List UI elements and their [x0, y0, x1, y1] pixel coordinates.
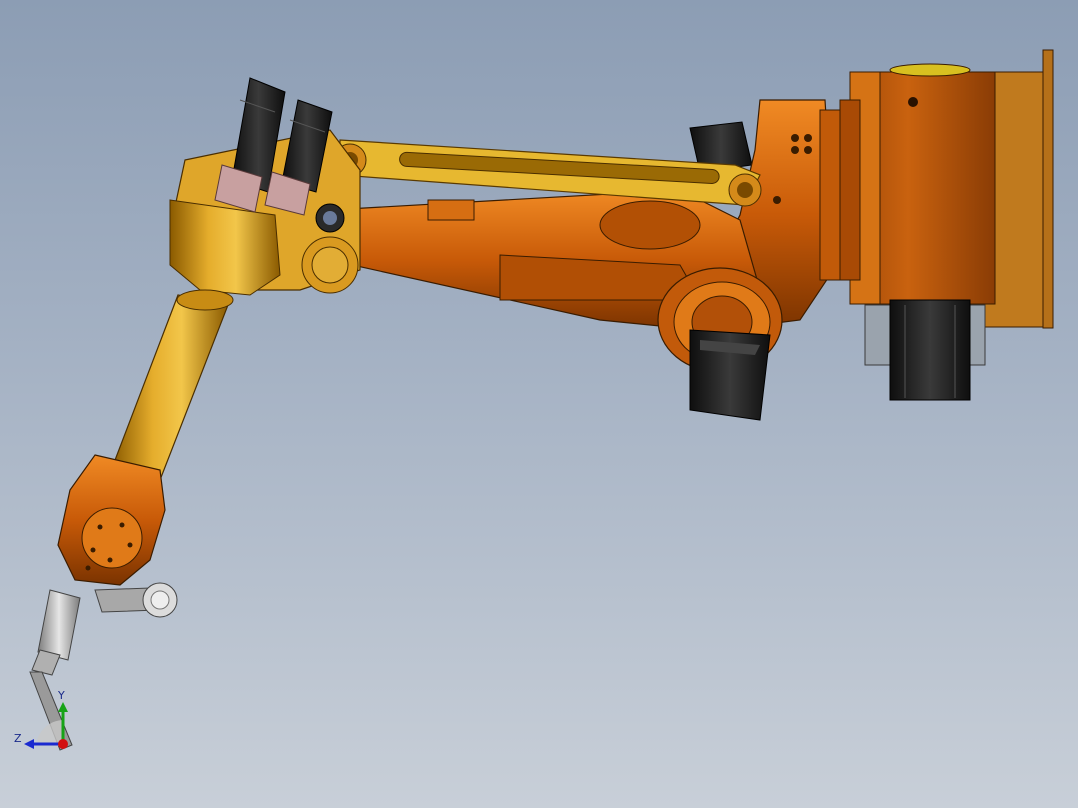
- wrist-joint[interactable]: [57, 454, 166, 586]
- elbow-motor-assembly[interactable]: [657, 267, 783, 421]
- robot-arm-model[interactable]: [0, 0, 1078, 808]
- graphics-viewport[interactable]: Y Z: [0, 0, 1078, 808]
- forearm-tube[interactable]: [111, 289, 234, 481]
- reference-triad: [24, 702, 68, 749]
- triad-z-label: Z: [14, 732, 22, 745]
- robot-base[interactable]: [849, 49, 1054, 401]
- triad-y-label: Y: [58, 689, 65, 702]
